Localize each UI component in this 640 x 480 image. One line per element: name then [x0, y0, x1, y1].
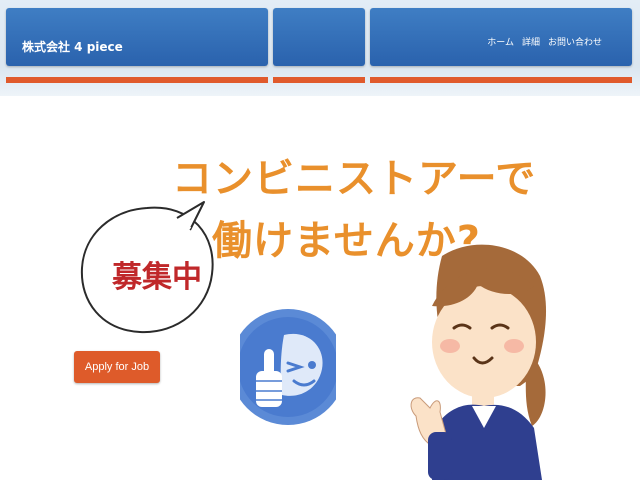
nav-item-home[interactable]: ホーム — [487, 35, 514, 48]
header-spacer-panel — [273, 8, 365, 66]
header-accent-bar — [370, 77, 632, 83]
recruiting-label: 募集中 — [112, 260, 202, 295]
nav-panel: ホーム 詳細 お問い合わせ — [370, 8, 632, 66]
hero-headline-line1: コンビニストアーで — [172, 156, 537, 202]
nav-item-contact[interactable]: お問い合わせ — [548, 35, 602, 48]
waving-woman-illustration-icon — [410, 244, 547, 480]
thumbs-up-wink-logo-icon — [240, 309, 336, 425]
brand-title[interactable]: 株式会社 4 piece — [22, 38, 123, 55]
header: 株式会社 4 piece ホーム 詳細 お問い合わせ — [0, 0, 640, 96]
header-accent-bar — [6, 77, 268, 83]
main-nav: ホーム 詳細 お問い合わせ — [487, 35, 602, 48]
brand-panel: 株式会社 4 piece — [6, 8, 268, 66]
apply-for-job-button[interactable]: Apply for Job — [74, 351, 160, 383]
header-accent-bar — [273, 77, 365, 83]
nav-item-details[interactable]: 詳細 — [522, 35, 540, 48]
